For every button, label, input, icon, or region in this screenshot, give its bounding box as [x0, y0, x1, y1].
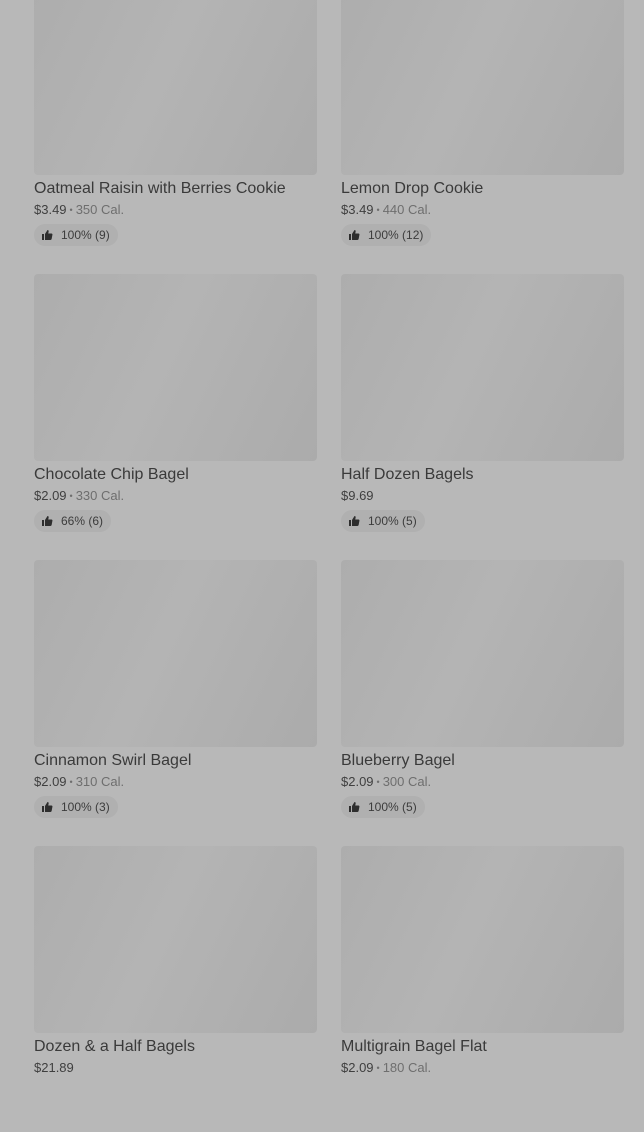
menu-item-name: Dozen & a Half Bagels — [34, 1038, 195, 1055]
menu-item-price: $2.09 — [341, 1060, 374, 1075]
menu-item-calories: 180 Cal. — [382, 1060, 432, 1075]
menu-item-name: Cinnamon Swirl Bagel — [34, 752, 192, 769]
menu-item-card[interactable]: Cinnamon Swirl Bagel $2.09 • 310 Cal. 100% (… — [34, 560, 317, 846]
menu-item-calories: 350 Cal. — [75, 202, 125, 217]
menu-item-card[interactable]: Lemon Drop Cookie $3.49 • 440 Cal. 100% (12) — [341, 0, 624, 274]
menu-item-name: Blueberry Bagel — [341, 752, 455, 769]
menu-item-meta: $2.09 • 300 Cal. — [341, 774, 624, 790]
menu-item-name: Multigrain Bagel Flat — [341, 1038, 487, 1055]
menu-item-card[interactable]: Multigrain Bagel Flat $2.09 • 180 Cal. — [341, 846, 624, 1132]
menu-item-name: Half Dozen Bagels — [341, 466, 474, 483]
menu-item-card[interactable]: Blueberry Bagel $2.09 • 300 Cal. 100% (5) — [341, 560, 624, 846]
menu-item-image[interactable] — [34, 0, 317, 175]
menu-item-card[interactable]: Dozen & a Half Bagels $21.89 — [34, 846, 317, 1132]
menu-item-meta: $2.09 • 330 Cal. — [34, 488, 317, 504]
rating-badge: 100% (9) — [34, 224, 118, 246]
menu-item-image[interactable] — [341, 274, 624, 461]
rating-text: 100% (5) — [368, 514, 417, 528]
menu-item-price: $2.09 — [341, 774, 374, 789]
menu-item-name: Chocolate Chip Bagel — [34, 466, 189, 483]
thumbs-up-icon — [348, 229, 360, 241]
menu-item-price: $21.89 — [34, 1060, 74, 1075]
menu-item-price: $3.49 — [34, 202, 67, 217]
rating-text: 100% (9) — [61, 228, 110, 242]
menu-item-name: Oatmeal Raisin with Berries Cookie — [34, 180, 286, 197]
menu-item-image[interactable] — [34, 846, 317, 1033]
menu-item-meta: $2.09 • 180 Cal. — [341, 1060, 624, 1076]
menu-item-calories: 330 Cal. — [75, 488, 125, 503]
menu-item-calories: 310 Cal. — [75, 774, 125, 789]
rating-text: 66% (6) — [61, 514, 104, 528]
meta-separator: • — [69, 205, 73, 215]
meta-separator: • — [376, 777, 380, 787]
menu-item-image[interactable] — [34, 274, 317, 461]
menu-item-card[interactable]: Oatmeal Raisin with Berries Cookie $3.49 •… — [34, 0, 317, 274]
rating-text: 100% (3) — [61, 800, 110, 814]
thumbs-up-icon — [41, 801, 53, 813]
menu-item-price: $9.69 — [341, 488, 374, 503]
menu-item-calories: 440 Cal. — [382, 202, 432, 217]
rating-text: 100% (12) — [368, 228, 424, 242]
menu-item-image[interactable] — [341, 560, 624, 747]
rating-badge: 100% (3) — [34, 796, 118, 818]
menu-item-meta: $21.89 — [34, 1060, 317, 1076]
menu-item-calories: 300 Cal. — [382, 774, 432, 789]
menu-item-card[interactable]: Half Dozen Bagels $9.69 100% (5) — [341, 274, 624, 560]
meta-separator: • — [69, 491, 73, 501]
rating-text: 100% (5) — [368, 800, 417, 814]
menu-item-meta: $2.09 • 310 Cal. — [34, 774, 317, 790]
rating-badge: 100% (5) — [341, 510, 425, 532]
rating-badge: 66% (6) — [34, 510, 112, 532]
meta-separator: • — [69, 777, 73, 787]
menu-item-grid: Oatmeal Raisin with Berries Cookie $3.49 •… — [34, 0, 624, 1132]
thumbs-up-icon — [41, 515, 53, 527]
menu-item-price: $2.09 — [34, 774, 67, 789]
menu-item-name: Lemon Drop Cookie — [341, 180, 484, 197]
thumbs-up-icon — [41, 229, 53, 241]
menu-item-card[interactable]: Chocolate Chip Bagel $2.09 • 330 Cal. 66% (6… — [34, 274, 317, 560]
meta-separator: • — [376, 205, 380, 215]
menu-item-image[interactable] — [34, 560, 317, 747]
menu-item-image[interactable] — [341, 0, 624, 175]
rating-badge: 100% (5) — [341, 796, 425, 818]
thumbs-up-icon — [348, 515, 360, 527]
menu-item-meta: $9.69 — [341, 488, 624, 504]
menu-item-price: $3.49 — [341, 202, 374, 217]
meta-separator: • — [376, 1063, 380, 1073]
menu-item-image[interactable] — [341, 846, 624, 1033]
thumbs-up-icon — [348, 801, 360, 813]
rating-badge: 100% (12) — [341, 224, 432, 246]
menu-item-price: $2.09 — [34, 488, 67, 503]
menu-item-meta: $3.49 • 350 Cal. — [34, 202, 317, 218]
menu-item-meta: $3.49 • 440 Cal. — [341, 202, 624, 218]
